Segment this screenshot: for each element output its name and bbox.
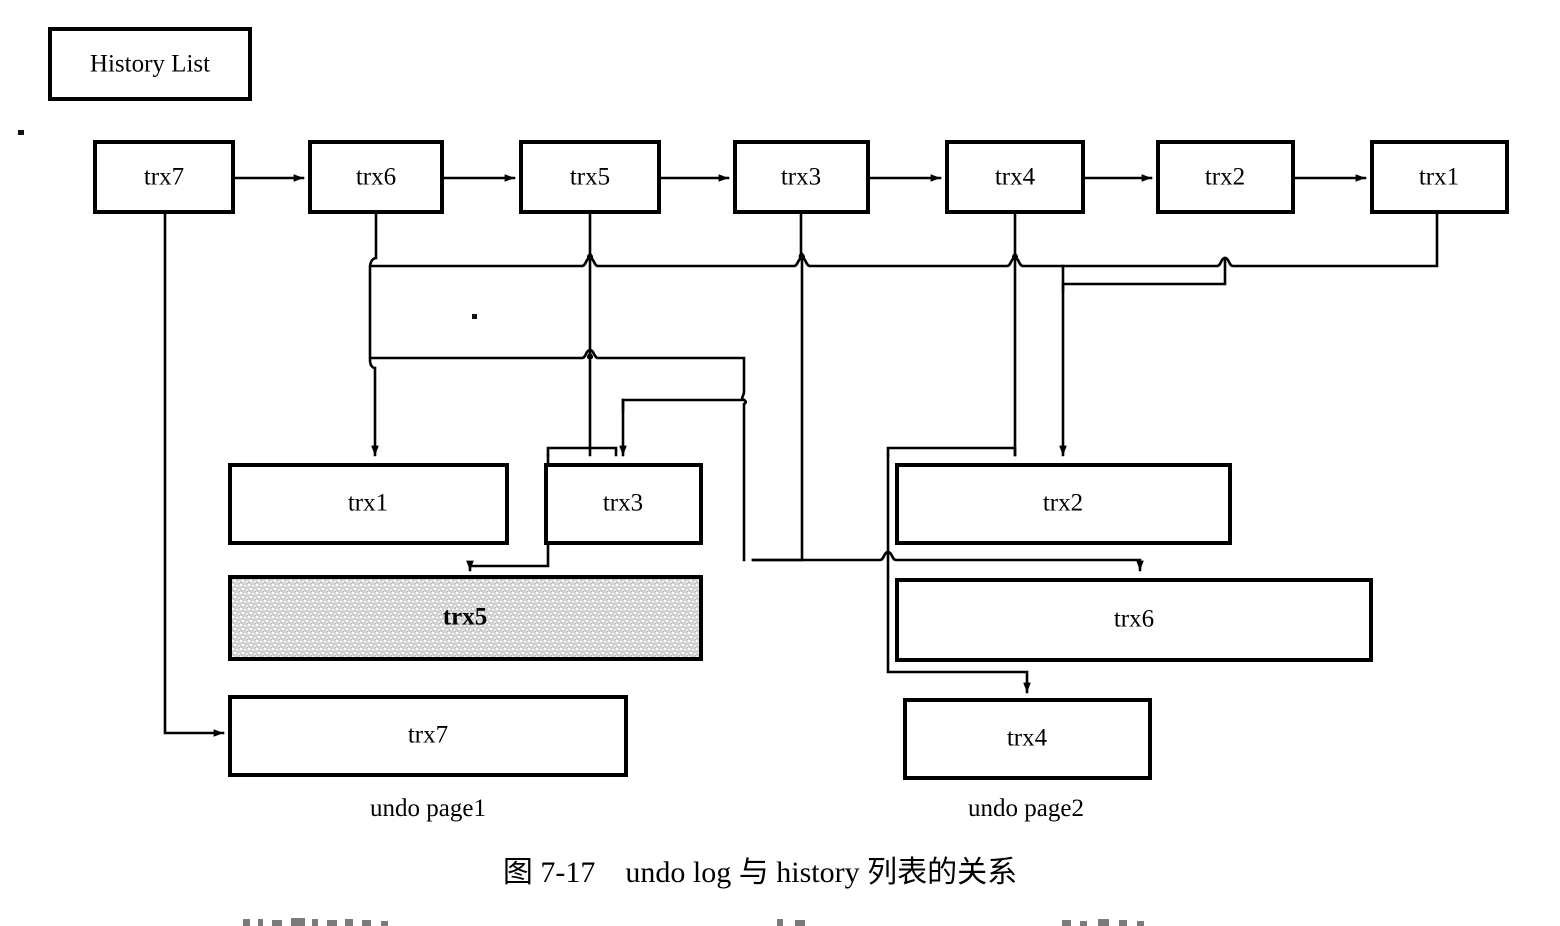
history-node-label: trx6 [356,164,396,191]
history-list-title-box: History List [48,27,252,101]
connector-page2-riser-top [886,446,1017,457]
undo-page2-caption: undo page2 [968,795,1084,822]
connector-trx5-drop [586,210,594,457]
bus-upper [370,210,1439,268]
scan-speck [18,130,24,135]
cut-off-text-sliver [243,918,1144,926]
connector-trx7 [163,210,225,737]
undo-page2-entry-trx2[interactable]: trx2 [895,463,1232,545]
history-list-title-label: History List [90,51,210,78]
history-node-trx1[interactable]: trx1 [1370,140,1509,214]
undo-page1-caption: undo page1 [370,795,486,822]
scan-speck-2 [472,314,477,319]
undo-entry-label: trx7 [408,722,448,749]
connector-trx2-bend [1061,256,1227,292]
history-node-label: trx5 [570,164,610,191]
history-node-label: trx1 [1419,164,1459,191]
undo-page1-entry-trx5[interactable]: trx5 [228,575,703,661]
undo-entry-label: trx6 [1114,606,1154,633]
history-node-label: trx7 [144,164,184,191]
undo-page1-entry-trx3[interactable]: trx3 [544,463,703,545]
history-node-trx3[interactable]: trx3 [733,140,870,214]
history-node-trx7[interactable]: trx7 [93,140,235,214]
history-node-label: trx2 [1205,164,1245,191]
connector-riser-trx5 [751,550,1144,572]
history-node-label: trx3 [781,164,821,191]
history-node-trx5[interactable]: trx5 [519,140,661,214]
undo-entry-label: trx4 [1007,725,1048,752]
history-node-trx6[interactable]: trx6 [308,140,444,214]
figure-page: History List trx7 trx6 trx5 trx3 trx4 tr… [0,0,1560,926]
undo-page2-entry-trx6[interactable]: trx6 [895,578,1373,662]
undo-page2-entry-trx4[interactable]: trx4 [903,698,1152,780]
history-node-trx4[interactable]: trx4 [945,140,1085,214]
undo-entry-label: trx2 [1043,490,1083,517]
history-node-label: trx4 [995,164,1036,191]
undo-page1-entry-trx1[interactable]: trx1 [228,463,509,545]
undo-entry-label: trx3 [603,490,643,517]
connector-undo-trx5-feed2 [546,446,618,457]
connector-into-undo-trx5 [466,541,550,572]
connector-trx6-to-trx1 [368,210,379,457]
connector-trx4-drop [1011,210,1019,457]
undo-entry-label: trx1 [348,490,388,517]
figure-caption: 图 7-17 undo log 与 history 列表的关系 [503,856,1017,889]
undo-entry-label: trx5 [443,604,487,631]
history-node-trx2[interactable]: trx2 [1156,140,1295,214]
connector-into-undo-trx3-lead [621,398,746,412]
undo-log-history-list-diagram: History List trx7 trx6 trx5 trx3 trx4 tr… [18,27,1509,926]
undo-page1-entry-trx7[interactable]: trx7 [228,695,628,777]
